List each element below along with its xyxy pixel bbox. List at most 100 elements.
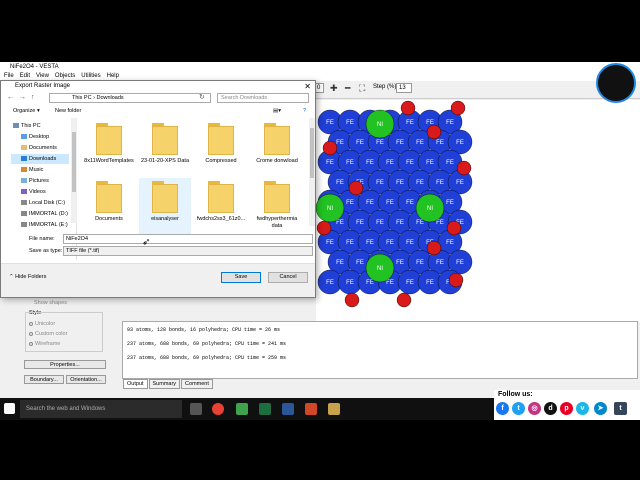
- save-button[interactable]: Save: [221, 272, 261, 283]
- style-option-wireframe[interactable]: Wireframe: [29, 341, 60, 347]
- close-icon[interactable]: ✕: [304, 81, 311, 92]
- properties-button[interactable]: Properties...: [24, 360, 106, 369]
- tree-item[interactable]: Videos: [29, 188, 46, 196]
- scroll-thumb[interactable]: [310, 128, 314, 178]
- music-icon: [21, 167, 27, 172]
- chevron-down-icon: ▾: [37, 108, 40, 114]
- chrome-icon[interactable]: [212, 403, 224, 415]
- tab-summary[interactable]: Summary: [148, 379, 181, 389]
- folder-icon: [208, 123, 234, 155]
- tree-item[interactable]: Music: [29, 166, 43, 174]
- powerpoint-icon[interactable]: [305, 403, 317, 415]
- fit-icon[interactable]: ⛶: [359, 82, 365, 94]
- up-icon[interactable]: ↑: [31, 93, 35, 103]
- folder-item[interactable]: 23-01-20-XPS Data: [139, 120, 191, 176]
- breadcrumb-downloads[interactable]: Downloads: [96, 95, 123, 101]
- fe-label: FE: [416, 180, 424, 186]
- fe-label: FE: [436, 220, 444, 226]
- folder-item[interactable]: fwdhyperthermia data: [251, 178, 303, 234]
- task-view-icon[interactable]: [190, 403, 202, 415]
- dailymotion-icon[interactable]: d: [544, 402, 557, 415]
- windows-start-icon[interactable]: [4, 403, 15, 414]
- zoom-in-icon[interactable]: ✚: [330, 82, 338, 94]
- fe-label: FE: [326, 240, 334, 246]
- fe-label: FE: [396, 220, 404, 226]
- vimeo-icon[interactable]: v: [576, 402, 589, 415]
- show-shapes-checkbox[interactable]: Show shapes: [34, 300, 67, 306]
- tab-comment[interactable]: Comment: [181, 379, 213, 389]
- step-input[interactable]: 13: [396, 83, 412, 93]
- hide-folders-toggle[interactable]: ⌃ Hide Folders: [9, 273, 46, 281]
- fe-label: FE: [406, 200, 414, 206]
- refresh-icon[interactable]: ↻: [199, 93, 205, 103]
- fe-label: FE: [366, 200, 374, 206]
- folder-item[interactable]: eisanalyser: [139, 178, 191, 234]
- tree-item[interactable]: Downloads: [29, 155, 56, 163]
- orientation-button[interactable]: Orientation...: [66, 375, 106, 384]
- tree-scrollbar[interactable]: [71, 118, 77, 223]
- documents-icon: [21, 145, 27, 150]
- folder-icon: [152, 123, 178, 155]
- excel-icon[interactable]: [259, 403, 271, 415]
- output-panel[interactable]: 93 atoms, 128 bonds, 16 polyhedra; CPU t…: [122, 321, 638, 379]
- fe-label: FE: [366, 280, 374, 286]
- save-type-select[interactable]: TIFF file (*.tif): [63, 246, 313, 256]
- tab-output[interactable]: Output: [123, 379, 148, 389]
- tree-item[interactable]: Desktop: [29, 133, 49, 141]
- folder-item[interactable]: Documents: [83, 178, 135, 234]
- folder-icon: [264, 181, 290, 213]
- organize-button[interactable]: Organize: [13, 107, 35, 115]
- new-folder-button[interactable]: New folder: [55, 107, 81, 115]
- o-atom: [344, 292, 360, 308]
- boundary-button[interactable]: Boundary...: [24, 375, 64, 384]
- scroll-thumb[interactable]: [72, 132, 76, 192]
- tree-item[interactable]: Pictures: [29, 177, 49, 185]
- style-option-unicolor[interactable]: Unicolor: [29, 321, 55, 327]
- fe-label: FE: [386, 200, 394, 206]
- instagram-icon[interactable]: ◎: [528, 402, 541, 415]
- breadcrumb-this-pc[interactable]: This PC: [72, 95, 92, 101]
- tumblr-icon[interactable]: t: [614, 402, 627, 415]
- folder-item[interactable]: fwdchs2ss3_61z0...: [195, 178, 247, 234]
- tree-item[interactable]: This PC: [21, 122, 41, 130]
- desktop-icon: [21, 134, 27, 139]
- bottom-black-bar: [0, 420, 640, 480]
- telegram-icon[interactable]: ➤: [594, 402, 607, 415]
- cancel-button[interactable]: Cancel: [268, 272, 308, 283]
- file-scrollbar[interactable]: [309, 118, 315, 226]
- word-icon[interactable]: [282, 403, 294, 415]
- view-options-icon[interactable]: ▤▾: [273, 107, 281, 115]
- help-icon[interactable]: ?: [303, 107, 306, 115]
- facebook-icon[interactable]: f: [496, 402, 509, 415]
- output-line: 93 atoms, 128 bonds, 16 polyhedra; CPU t…: [127, 327, 281, 333]
- fe-label: FE: [446, 200, 454, 206]
- folder-label: fwdchs2ss3_61z0...: [196, 216, 246, 222]
- fe-label: FE: [386, 280, 394, 286]
- photos-icon[interactable]: [236, 403, 248, 415]
- folder-item[interactable]: Crome donwload: [251, 120, 303, 176]
- vesta-window: NiFe2O4 - VESTA File Edit View Objects U…: [0, 62, 640, 398]
- file-name-input[interactable]: NiFe2O4: [63, 234, 313, 244]
- zoom-out-icon[interactable]: ━: [345, 82, 350, 94]
- fe-label: FE: [386, 240, 394, 246]
- tree-item[interactable]: IMMORTAL (E:): [29, 221, 68, 229]
- tree-item[interactable]: Documents: [29, 144, 57, 152]
- search-input[interactable]: Search Downloads: [217, 93, 309, 103]
- back-icon[interactable]: ←: [7, 93, 14, 103]
- pinterest-icon[interactable]: p: [560, 402, 573, 415]
- forward-icon[interactable]: →: [19, 93, 26, 103]
- address-bar[interactable]: This PC › Downloads: [49, 93, 211, 103]
- vesta-icon[interactable]: [328, 403, 340, 415]
- fe-label: FE: [366, 240, 374, 246]
- output-line: 237 atoms, 688 bonds, 69 polyhedra; CPU …: [127, 355, 287, 361]
- folder-icon: [264, 123, 290, 155]
- folder-item[interactable]: Compressed: [195, 120, 247, 176]
- tree-item[interactable]: Local Disk (C:): [29, 199, 65, 207]
- style-option-custom[interactable]: Custom color: [29, 331, 67, 337]
- folder-item[interactable]: 8x11WordTemplates: [83, 120, 135, 176]
- fe-label: FE: [386, 160, 394, 166]
- twitter-icon[interactable]: t: [512, 402, 525, 415]
- structure-canvas[interactable]: FE FE FE FE FE FE FE FE FE FE FE FE FE FE FE FE FE FE FE FE…: [315, 100, 640, 322]
- taskbar-search[interactable]: Search the web and Windows: [20, 400, 182, 418]
- tree-item[interactable]: IMMORTAL (D:): [29, 210, 68, 218]
